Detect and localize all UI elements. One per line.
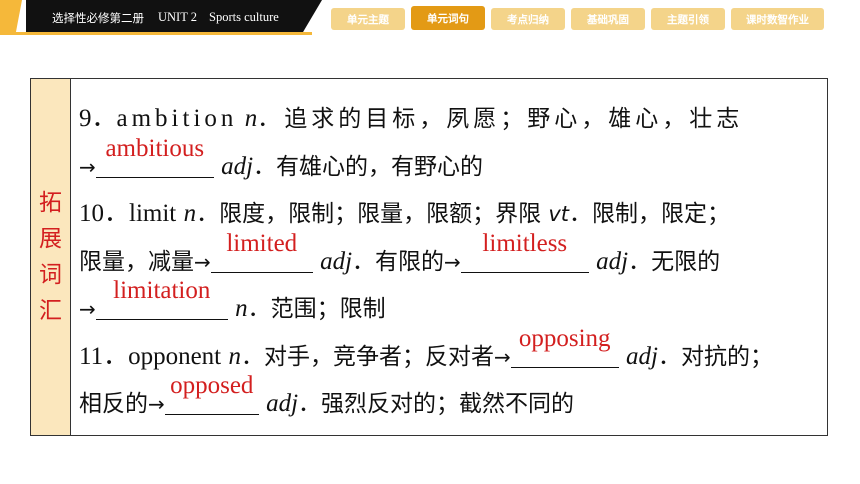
book-title: 选择性必修第二册	[52, 10, 144, 25]
vocabulary-panel: 拓 展 词 汇 9．ambition n．追求的目标，夙愿；野心，雄心，壮志 →…	[30, 78, 828, 436]
answer-blank: opposing	[510, 325, 619, 368]
side-label: 拓 展 词 汇	[31, 79, 71, 435]
definition: ．对手，竞争者；反对者	[240, 343, 494, 370]
headword: opponent	[128, 342, 222, 370]
derivation-arrow: →	[79, 297, 96, 321]
answer-blank: limited	[210, 230, 313, 273]
side-label-char: 汇	[39, 298, 62, 324]
answer-text: opposing	[518, 324, 611, 352]
part-of-speech: n	[183, 200, 197, 227]
tab-unit-theme[interactable]: 单元主题	[331, 8, 405, 30]
vocabulary-entries: 9．ambition n．追求的目标，夙愿；野心，雄心，壮志 → ambitiou…	[71, 79, 827, 435]
entry-number: 9．	[79, 105, 117, 132]
answer-blank: opposed	[164, 372, 259, 415]
definition: 限量，减量	[79, 248, 194, 275]
part-of-speech: adj	[221, 152, 254, 180]
definition: ．范围；限制	[247, 296, 386, 322]
section-tabs: 单元主题 单元词句 考点归纳 基础巩固 主题引领 课时数智作业	[331, 6, 824, 30]
part-of-speech: adj	[266, 390, 299, 417]
definition: ．对抗的；	[657, 343, 773, 370]
entry-11-line-2: 相反的→ opposed adj．强烈反对的；截然不同的	[79, 372, 827, 432]
answer-blank: limitless	[460, 230, 589, 273]
headword: ambition	[116, 105, 238, 132]
part-of-speech: vt	[548, 202, 570, 226]
definition: ．限度，限制；限量，限额；界限	[196, 201, 542, 227]
answer-text: limitless	[482, 229, 568, 257]
part-of-speech: adj	[626, 342, 658, 370]
tab-theme-guide[interactable]: 主题引领	[651, 8, 725, 30]
entry-10-line-3: → limitation n．范围；限制	[79, 277, 827, 337]
derivation-arrow: →	[493, 344, 511, 369]
definition: ．强烈反对的；截然不同的	[298, 391, 575, 417]
part-of-speech: n	[244, 105, 258, 132]
accent-underline	[0, 32, 312, 35]
answer-text: limited	[226, 229, 298, 257]
part-of-speech: n	[235, 295, 248, 322]
definition: ．限制，限定；	[569, 201, 731, 227]
definition: ．无限的	[628, 248, 721, 275]
top-bar: 选择性必修第二册 UNIT 2 Sports culture 单元主题 单元词句…	[0, 0, 860, 36]
side-label-char: 词	[39, 262, 62, 288]
answer-blank: limitation	[95, 277, 228, 320]
tab-key-points[interactable]: 考点归纳	[491, 8, 565, 30]
definition: ．有限的	[352, 248, 445, 275]
derivation-arrow: →	[444, 249, 461, 274]
entry-9-line-2: → ambitious adj．有雄心的，有野心的	[79, 135, 827, 195]
entry-10-line-1: 10．limit n．限度，限制；限量，限额；界限 vt．限制，限定；	[79, 194, 827, 242]
part-of-speech: n	[228, 342, 241, 370]
answer-text: ambitious	[105, 134, 205, 162]
tab-unit-vocabulary[interactable]: 单元词句	[411, 6, 485, 30]
entry-number: 10．	[79, 200, 130, 227]
accent-stripe	[0, 0, 22, 35]
breadcrumb: 选择性必修第二册 UNIT 2 Sports culture	[26, 0, 322, 35]
answer-blank: ambitious	[95, 135, 214, 178]
definition: ．有雄心的，有野心的	[253, 153, 484, 180]
definition: 相反的	[79, 391, 148, 417]
tab-basic-practice[interactable]: 基础巩固	[571, 8, 645, 30]
derivation-arrow: →	[79, 154, 96, 179]
derivation-arrow: →	[194, 249, 211, 274]
side-label-char: 拓	[39, 190, 62, 216]
answer-text: opposed	[170, 372, 254, 399]
headword: limit	[129, 200, 177, 227]
unit-label: UNIT 2	[158, 10, 198, 24]
tab-homework[interactable]: 课时数智作业	[731, 8, 824, 30]
derivation-arrow: →	[148, 392, 165, 416]
entry-number: 11．	[79, 342, 129, 370]
definition: ．追求的目标，夙愿；野心，雄心，壮志	[257, 106, 744, 132]
answer-text: limitation	[113, 277, 211, 304]
part-of-speech: adj	[320, 247, 353, 275]
part-of-speech: adj	[596, 247, 629, 275]
side-label-char: 展	[39, 226, 62, 252]
unit-topic: Sports culture	[209, 10, 279, 24]
